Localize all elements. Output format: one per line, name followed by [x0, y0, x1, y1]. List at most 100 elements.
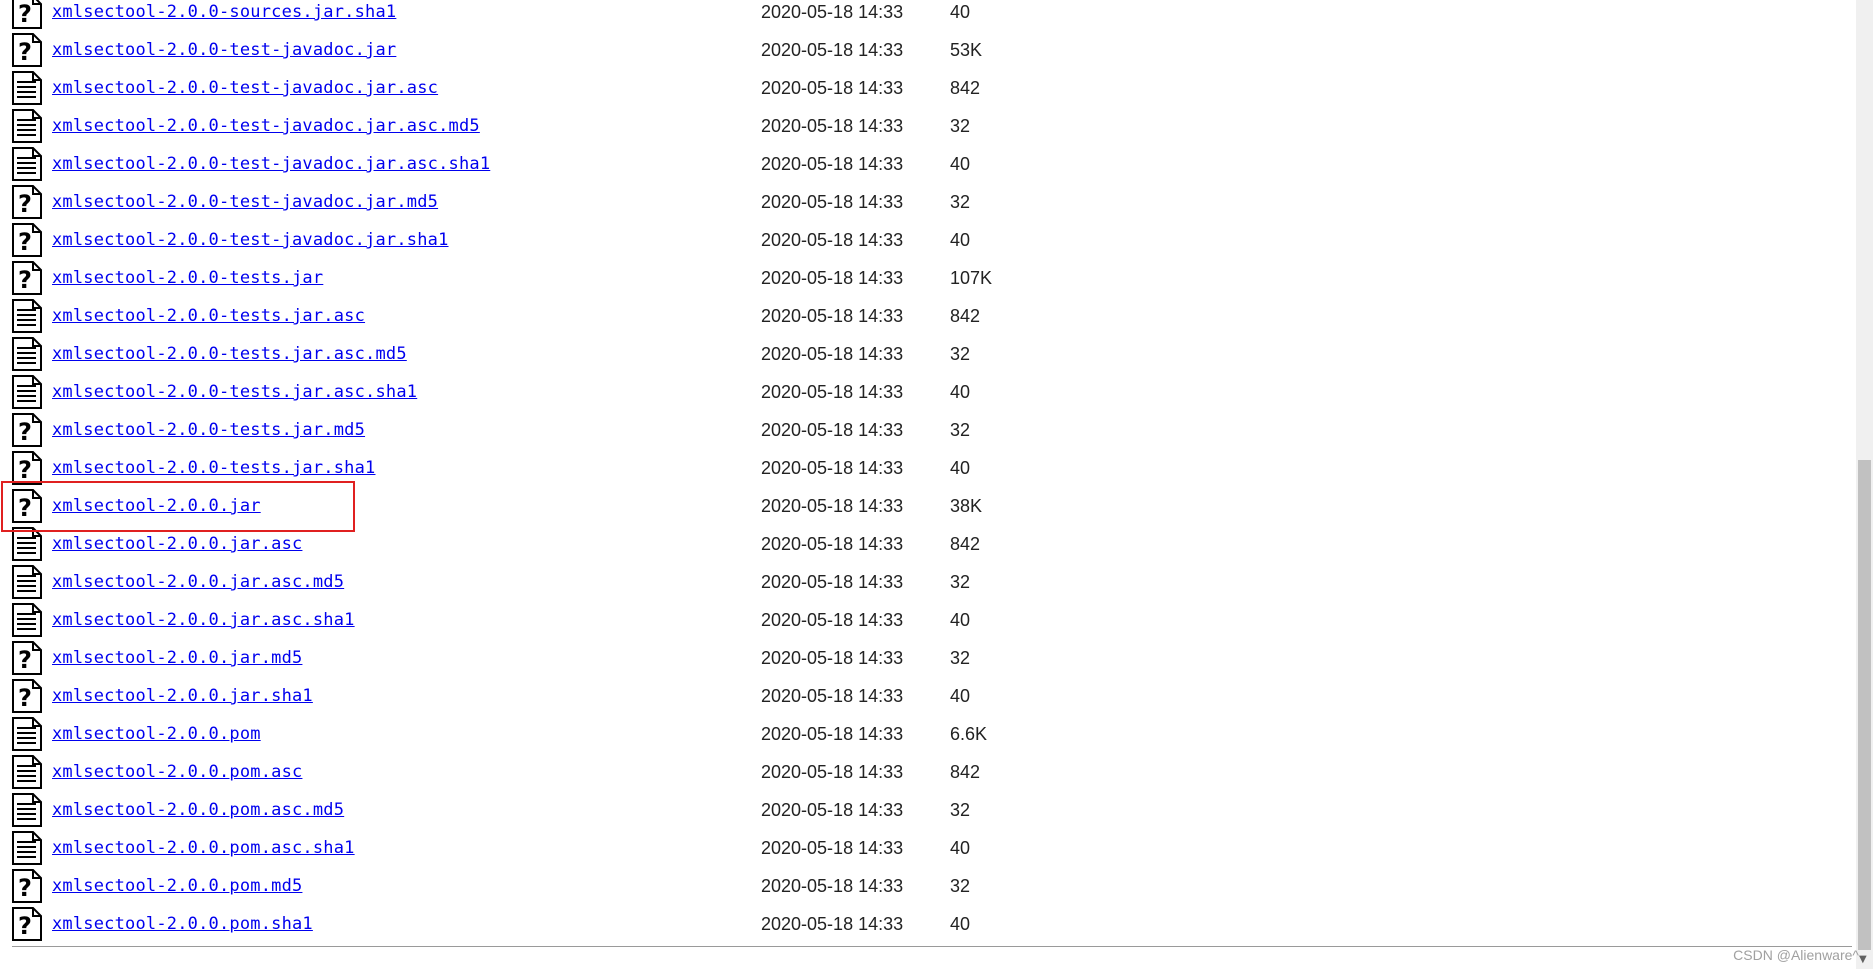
file-link[interactable]: xmlsectool-2.0.0-sources.jar.sha1 — [52, 2, 396, 22]
file-link[interactable]: xmlsectool-2.0.0.pom.asc — [52, 762, 302, 782]
svg-text:?: ? — [18, 874, 32, 902]
unknown-file-icon: ? — [12, 679, 42, 713]
file-link[interactable]: xmlsectool-2.0.0-test-javadoc.jar.md5 — [52, 192, 438, 212]
svg-text:?: ? — [18, 418, 32, 446]
file-date: 2020-05-18 14:33 — [761, 116, 904, 136]
file-link[interactable]: xmlsectool-2.0.0.pom.md5 — [52, 876, 302, 896]
file-link[interactable]: xmlsectool-2.0.0-tests.jar — [52, 268, 323, 288]
file-date: 2020-05-18 14:33 — [761, 192, 904, 212]
text-file-icon — [12, 71, 42, 105]
file-listing: ? xmlsectool-2.0.0-sources.jar.sha1 2020-0… — [0, 0, 1856, 943]
file-date: 2020-05-18 14:33 — [761, 572, 904, 592]
file-link[interactable]: xmlsectool-2.0.0-test-javadoc.jar.asc — [52, 78, 438, 98]
file-link[interactable]: xmlsectool-2.0.0-test-javadoc.jar — [52, 40, 396, 60]
file-link[interactable]: xmlsectool-2.0.0.jar.asc — [52, 534, 302, 554]
file-link[interactable]: xmlsectool-2.0.0.jar.asc.sha1 — [52, 610, 355, 630]
file-row: ? xmlsectool-2.0.0-tests.jar.md5 2020-05-1… — [0, 411, 1856, 449]
file-row: ? xmlsectool-2.0.0.jar 2020-05-18 14:33 38K — [0, 487, 1856, 525]
text-file-icon — [12, 109, 42, 143]
file-row: xmlsectool-2.0.0.jar.asc.sha1 2020-05-18 … — [0, 601, 1856, 639]
file-link[interactable]: xmlsectool-2.0.0-tests.jar.asc.md5 — [52, 344, 407, 364]
file-link[interactable]: xmlsectool-2.0.0-tests.jar.asc.sha1 — [52, 382, 417, 402]
file-link[interactable]: xmlsectool-2.0.0.jar.md5 — [52, 648, 302, 668]
file-size: 40 — [950, 154, 971, 174]
file-size: 40 — [950, 686, 971, 706]
file-link[interactable]: xmlsectool-2.0.0-test-javadoc.jar.asc.sh… — [52, 154, 490, 174]
file-size: 40 — [950, 610, 971, 630]
file-row: ? xmlsectool-2.0.0-sources.jar.sha1 2020-0… — [0, 0, 1856, 31]
file-size: 842 — [950, 534, 981, 554]
file-size: 107K — [950, 268, 993, 288]
file-link[interactable]: xmlsectool-2.0.0-test-javadoc.jar.sha1 — [52, 230, 449, 250]
file-row: xmlsectool-2.0.0-test-javadoc.jar.asc.md… — [0, 107, 1856, 145]
file-date: 2020-05-18 14:33 — [761, 648, 904, 668]
file-row: ? xmlsectool-2.0.0-test-javadoc.jar 2020-0… — [0, 31, 1856, 69]
file-row: ? xmlsectool-2.0.0-test-javadoc.jar.sha1 2… — [0, 221, 1856, 259]
svg-text:?: ? — [18, 38, 32, 66]
scroll-down-arrow-icon[interactable]: ▼ — [1859, 954, 1867, 965]
file-date: 2020-05-18 14:33 — [761, 78, 904, 98]
svg-text:?: ? — [18, 684, 32, 712]
file-row: xmlsectool-2.0.0-tests.jar.asc.md5 2020-0… — [0, 335, 1856, 373]
divider-line — [12, 946, 1852, 947]
file-date: 2020-05-18 14:33 — [761, 344, 904, 364]
file-size: 40 — [950, 2, 971, 22]
file-link[interactable]: xmlsectool-2.0.0.pom — [52, 724, 261, 744]
text-file-icon — [12, 755, 42, 789]
file-link[interactable]: xmlsectool-2.0.0-tests.jar.asc — [52, 306, 365, 326]
file-row: ? xmlsectool-2.0.0-tests.jar 2020-05-18 14… — [0, 259, 1856, 297]
file-date: 2020-05-18 14:33 — [761, 420, 904, 440]
file-link[interactable]: xmlsectool-2.0.0.pom.sha1 — [52, 914, 313, 934]
file-date: 2020-05-18 14:33 — [761, 724, 904, 744]
file-size: 40 — [950, 914, 971, 934]
file-date: 2020-05-18 14:33 — [761, 496, 904, 516]
unknown-file-icon: ? — [12, 451, 42, 485]
file-size: 842 — [950, 762, 981, 782]
file-link[interactable]: xmlsectool-2.0.0.jar — [52, 496, 261, 516]
unknown-file-icon: ? — [12, 261, 42, 295]
file-row: xmlsectool-2.0.0.jar.asc.md5 2020-05-18 1… — [0, 563, 1856, 601]
file-row: xmlsectool-2.0.0.pom.asc.sha1 2020-05-18 … — [0, 829, 1856, 867]
text-file-icon — [12, 375, 42, 409]
text-file-icon — [12, 337, 42, 371]
file-row: xmlsectool-2.0.0-test-javadoc.jar.asc.sh… — [0, 145, 1856, 183]
file-link[interactable]: xmlsectool-2.0.0-test-javadoc.jar.asc.md… — [52, 116, 480, 136]
svg-text:?: ? — [18, 190, 32, 218]
file-link[interactable]: xmlsectool-2.0.0.jar.sha1 — [52, 686, 313, 706]
file-size: 842 — [950, 78, 981, 98]
file-size: 38K — [950, 496, 983, 516]
scrollbar-thumb[interactable] — [1858, 460, 1871, 950]
text-file-icon — [12, 527, 42, 561]
file-row: ? xmlsectool-2.0.0.pom.md5 2020-05-18 14:3… — [0, 867, 1856, 905]
file-size: 32 — [950, 344, 971, 364]
file-link[interactable]: xmlsectool-2.0.0-tests.jar.sha1 — [52, 458, 375, 478]
file-size: 53K — [950, 40, 983, 60]
file-date: 2020-05-18 14:33 — [761, 838, 904, 858]
vertical-scrollbar[interactable]: ▼ — [1856, 0, 1873, 969]
text-file-icon — [12, 831, 42, 865]
file-link[interactable]: xmlsectool-2.0.0.jar.asc.md5 — [52, 572, 344, 592]
text-file-icon — [12, 717, 42, 751]
file-link[interactable]: xmlsectool-2.0.0.pom.asc.md5 — [52, 800, 344, 820]
file-date: 2020-05-18 14:33 — [761, 268, 904, 288]
file-date: 2020-05-18 14:33 — [761, 762, 904, 782]
svg-text:?: ? — [18, 494, 32, 522]
file-date: 2020-05-18 14:33 — [761, 610, 904, 630]
svg-text:?: ? — [18, 456, 32, 484]
svg-text:?: ? — [18, 912, 32, 940]
file-row: xmlsectool-2.0.0.pom.asc.md5 2020-05-18 1… — [0, 791, 1856, 829]
file-size: 40 — [950, 382, 971, 402]
file-size: 32 — [950, 420, 971, 440]
file-date: 2020-05-18 14:33 — [761, 686, 904, 706]
file-row: xmlsectool-2.0.0-tests.jar.asc.sha1 2020-… — [0, 373, 1856, 411]
file-date: 2020-05-18 14:33 — [761, 2, 904, 22]
svg-text:?: ? — [18, 646, 32, 674]
text-file-icon — [12, 299, 42, 333]
file-link[interactable]: xmlsectool-2.0.0.pom.asc.sha1 — [52, 838, 355, 858]
file-size: 32 — [950, 116, 971, 136]
file-size: 40 — [950, 838, 971, 858]
file-link[interactable]: xmlsectool-2.0.0-tests.jar.md5 — [52, 420, 365, 440]
file-size: 6.6K — [950, 724, 988, 744]
file-row: xmlsectool-2.0.0-test-javadoc.jar.asc 202… — [0, 69, 1856, 107]
file-size: 32 — [950, 800, 971, 820]
